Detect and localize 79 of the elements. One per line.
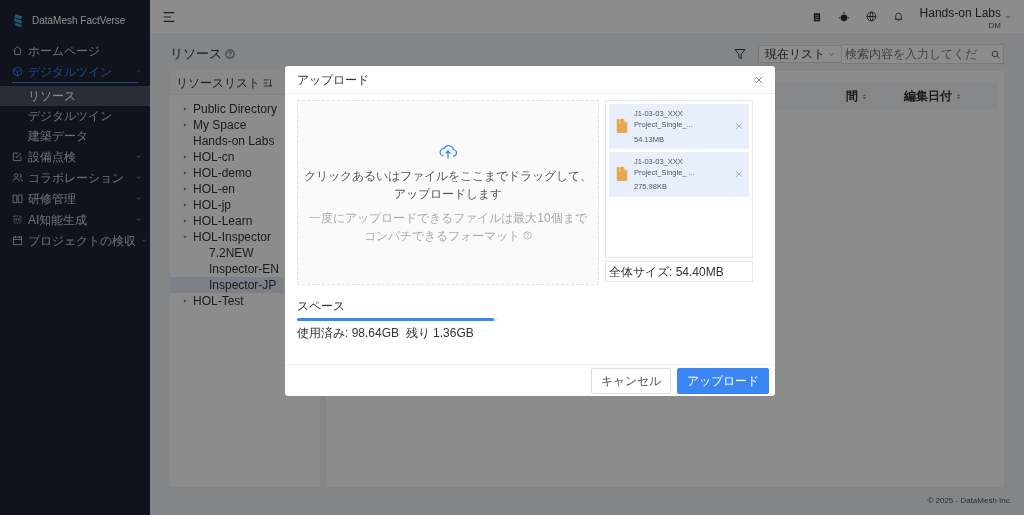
- tree-item[interactable]: HOL-cn: [170, 149, 243, 165]
- chip-icon: [12, 214, 23, 225]
- help-icon[interactable]: [225, 49, 235, 59]
- chevron-down-icon: [135, 216, 142, 223]
- globe-icon[interactable]: [865, 11, 877, 22]
- tree-item[interactable]: Inspector-EN: [170, 261, 288, 277]
- user-name[interactable]: Hands-on Labs: [919, 3, 1001, 22]
- chevron-down-icon: [135, 195, 142, 202]
- cancel-button[interactable]: キャンセル: [591, 367, 671, 394]
- book-icon: [12, 193, 23, 204]
- menu-icon[interactable]: [162, 9, 176, 24]
- checklist-icon: [12, 151, 23, 162]
- page-title: リソース: [170, 45, 222, 64]
- caret-right-icon: [182, 106, 188, 112]
- upload-button[interactable]: アップロード: [677, 367, 769, 394]
- modal-title: アップロード: [297, 71, 370, 89]
- robot-icon[interactable]: [837, 10, 850, 23]
- tree-item[interactable]: My Space: [170, 117, 255, 133]
- sidebar-item[interactable]: コラボレーション: [0, 167, 150, 188]
- calendar-icon: [12, 235, 23, 246]
- total-size: 全体サイズ: 54.40MB: [609, 263, 724, 281]
- column-header[interactable]: 編集日付: [904, 87, 952, 105]
- people-icon: [12, 172, 23, 183]
- scope-dropdown[interactable]: 現在リスト: [758, 45, 842, 63]
- bell-icon[interactable]: [892, 11, 904, 22]
- tree-item[interactable]: Public Directory: [170, 101, 286, 117]
- sidebar-subitem[interactable]: 建築データ: [0, 126, 150, 146]
- tree-item[interactable]: HOL-en: [170, 181, 244, 197]
- cube-icon: [12, 66, 23, 77]
- tree-item[interactable]: HOL-jp: [170, 197, 239, 213]
- sidebar-item[interactable]: プロジェクトの検収: [0, 230, 150, 251]
- tree-item[interactable]: Hands-on Labs: [170, 133, 283, 149]
- sort-icon: [861, 92, 868, 100]
- space-label: スペース: [297, 298, 346, 315]
- tree-item[interactable]: HOL-Learn: [170, 213, 261, 229]
- caret-right-icon: [182, 122, 188, 128]
- sidebar-item[interactable]: ホームページ: [0, 40, 150, 61]
- tree-item[interactable]: HOL-Test: [170, 293, 252, 309]
- tree-item[interactable]: 7.2NEW: [170, 245, 262, 261]
- filter-icon[interactable]: [734, 48, 746, 60]
- sidebar-item[interactable]: 研修管理: [0, 188, 150, 209]
- caret-right-icon: [182, 202, 188, 208]
- zip-file-icon: [615, 118, 629, 135]
- caret-right-icon: [182, 298, 188, 304]
- chevron-down-icon: [828, 50, 835, 58]
- caret-right-icon: [182, 186, 188, 192]
- drop-zone[interactable]: クリックあるいはファイルをここまでドラッグして、アップロードします 一度にアップロードできるファイルは最大10個まで コンパチできるフォーマット: [297, 100, 599, 285]
- chevron-up-icon: [135, 68, 142, 75]
- caret-down-icon: [182, 234, 188, 240]
- upload-hint: コンパチできるフォーマット: [364, 227, 520, 245]
- chevron-down-icon: [135, 174, 142, 181]
- drop-instruction: クリックあるいはファイルをここまでドラッグして、アップロードします: [304, 167, 592, 203]
- sort-icon[interactable]: [263, 77, 273, 88]
- sidebar-subitem[interactable]: デジタルツイン: [0, 106, 150, 126]
- chevron-down-icon: [141, 237, 148, 244]
- close-icon[interactable]: [755, 75, 763, 84]
- tree-item[interactable]: HOL-demo: [170, 165, 260, 181]
- column-header[interactable]: 間: [846, 87, 858, 105]
- zip-file-icon: [615, 166, 629, 183]
- tree-item[interactable]: HOL-Inspector: [170, 229, 280, 245]
- chevron-down-icon: [135, 153, 142, 160]
- search-icon: [991, 49, 1000, 59]
- search-field[interactable]: 検索内容を入力してくだ: [842, 44, 1004, 64]
- sort-icon: [955, 92, 962, 100]
- tree-item[interactable]: Inspector-JP: [170, 277, 285, 293]
- sidebar-subitem[interactable]: リソース: [0, 86, 150, 106]
- user-role: DM: [988, 21, 1001, 30]
- sidebar-item[interactable]: AI知能生成: [0, 209, 150, 230]
- sidebar-item[interactable]: 設備点検: [0, 146, 150, 167]
- caret-right-icon: [182, 218, 188, 224]
- footer-text: © 2025 - DataMesh Inc.: [927, 495, 1012, 507]
- caret-right-icon: [182, 154, 188, 160]
- home-icon: [12, 45, 23, 56]
- upload-hint: 一度にアップロードできるファイルは最大10個まで: [309, 209, 587, 227]
- clipboard-icon[interactable]: [811, 11, 822, 22]
- caret-right-icon: [182, 170, 188, 176]
- brand-name: DataMesh FactVerse: [32, 13, 126, 28]
- panel-title: リソースリスト: [176, 74, 260, 92]
- storage-usage: 使用済み: 98.64GB 残り 1.36GB: [297, 325, 475, 342]
